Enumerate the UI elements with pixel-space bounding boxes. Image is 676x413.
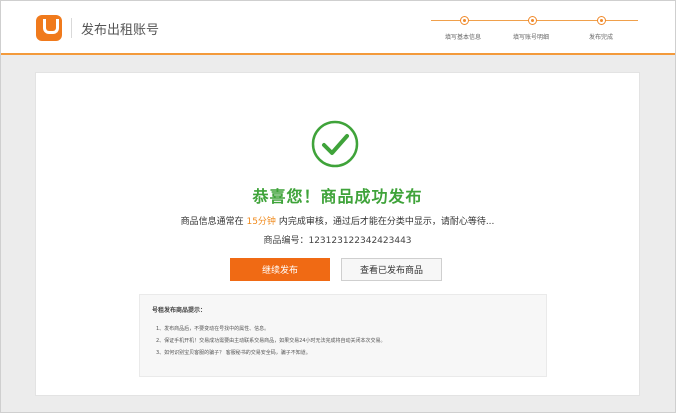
- success-title: 恭喜您！商品成功发布: [252, 187, 423, 206]
- review-info-suffix: 内完成审核，通过后才能在分类中显示，请耐心等待...: [278, 217, 495, 227]
- header: 发布出租账号 填写基本信息 填写账号明细 发布完成: [1, 1, 675, 55]
- step-dot-icon: [597, 16, 606, 25]
- product-code-value: 123123122342423443: [308, 236, 412, 246]
- list-item: 1、发布商品后，不要变动在号找中的属性、信息。: [156, 326, 270, 332]
- divider: [71, 18, 72, 38]
- step-dot-icon: [528, 16, 537, 25]
- page-frame: 发布出租账号 填写基本信息 填写账号明细 发布完成 恭喜您！商品成功发布 商品信…: [0, 0, 676, 413]
- review-time: 15分钟: [246, 217, 276, 227]
- review-info-prefix: 商品信息通常在: [180, 217, 244, 227]
- view-published-button[interactable]: 查看已发布商品: [341, 258, 442, 281]
- step-label-basic-info: 填写基本信息: [445, 34, 482, 41]
- list-item: 3、如何识别宝贝客服的骗子？ 客服秘书的交易安全码，骗子不知道。: [156, 350, 311, 356]
- success-card: 恭喜您！商品成功发布 商品信息通常在 15分钟 内完成审核，通过后才能在分类中显…: [35, 72, 640, 396]
- product-code-label: 商品编号：: [263, 236, 309, 246]
- continue-publish-button[interactable]: 继续发布: [230, 258, 330, 281]
- step-label-account-details: 填写账号明细: [513, 34, 550, 41]
- review-info: 商品信息通常在 15分钟 内完成审核，通过后才能在分类中显示，请耐心等待...: [36, 214, 639, 227]
- tips-panel: 号租发布商品提示： 1、发布商品后，不要变动在号找中的属性、信息。 2、保证手机…: [139, 294, 547, 377]
- check-circle-icon: [311, 120, 359, 168]
- tips-list: 1、发布商品后，不要变动在号找中的属性、信息。 2、保证手机开机！交易成功需要由…: [156, 323, 386, 359]
- product-code: 商品编号：123123122342423443: [36, 233, 639, 246]
- logo-icon[interactable]: [36, 15, 62, 41]
- step-dot-icon: [460, 16, 469, 25]
- tips-title: 号租发布商品提示：: [152, 307, 207, 314]
- page-title: 发布出租账号: [81, 23, 160, 38]
- list-item: 2、保证手机开机！交易成功需要由主动联系交易商品，如果交易24小时无法完成将自动…: [156, 338, 386, 344]
- step-label-complete: 发布完成: [589, 34, 614, 41]
